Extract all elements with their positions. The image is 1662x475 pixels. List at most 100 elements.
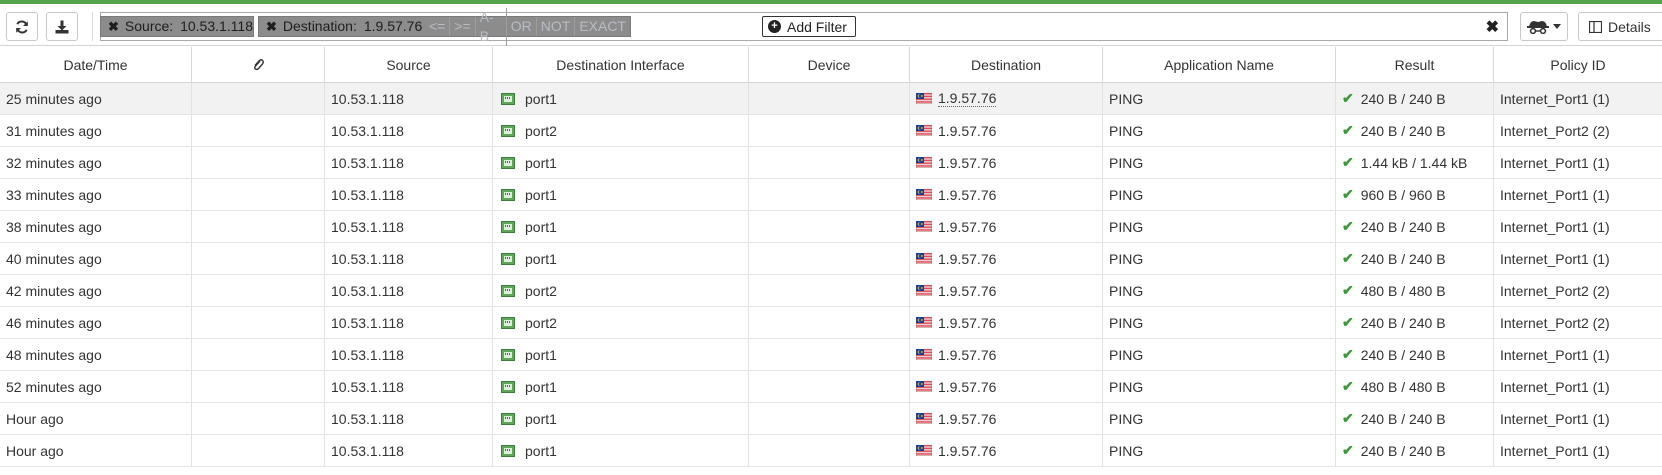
- checkmark-icon: ✔: [1342, 410, 1354, 426]
- operator-not[interactable]: NOT: [537, 17, 576, 36]
- cell-source: 10.53.1.118: [325, 211, 493, 242]
- filter-bar[interactable]: ✖ Source: 10.53.1.118 ✖ Destination: 1.9…: [100, 7, 1508, 46]
- column-header-destination-interface[interactable]: Destination Interface: [493, 47, 749, 83]
- cell-application-name: PING: [1103, 275, 1336, 306]
- cell-result-text: 960 B / 960 B: [1360, 186, 1446, 203]
- cell-attachment: [192, 339, 325, 370]
- cell-destination-text[interactable]: 1.9.57.76: [938, 283, 996, 299]
- cell-policy-id-text[interactable]: Internet_Port1 (1): [1500, 443, 1610, 459]
- cell-destination-interface: port1: [493, 339, 749, 370]
- table-row[interactable]: 32 minutes ago 10.53.1.118 port1 1.9.57.76 P…: [0, 147, 1662, 179]
- download-button[interactable]: [46, 12, 78, 41]
- cell-application-name: PING: [1103, 115, 1336, 146]
- cell-policy-id-text[interactable]: Internet_Port1 (1): [1500, 187, 1610, 203]
- cell-policy-id: Internet_Port1 (1): [1494, 435, 1662, 466]
- filter-chip-source[interactable]: ✖ Source: 10.53.1.118: [100, 16, 254, 37]
- plus-circle-icon: +: [768, 20, 781, 33]
- column-header-policy-id[interactable]: Policy ID: [1494, 47, 1662, 83]
- cell-destination: 1.9.57.76: [910, 115, 1103, 146]
- cell-destination-interface: port1: [493, 83, 749, 114]
- column-header-attachment[interactable]: [192, 47, 325, 83]
- cell-destination-interface-text: port2: [525, 314, 557, 331]
- cell-policy-id-text[interactable]: Internet_Port1 (1): [1500, 91, 1610, 107]
- operator-or[interactable]: OR: [507, 17, 537, 36]
- cell-destination-interface: port2: [493, 307, 749, 338]
- cell-destination-interface-text: port1: [525, 378, 557, 395]
- cell-destination-text[interactable]: 1.9.57.76: [938, 123, 996, 139]
- cell-destination-interface: port1: [493, 243, 749, 274]
- refresh-button[interactable]: [6, 12, 38, 41]
- cell-destination-text[interactable]: 1.9.57.76: [938, 411, 996, 427]
- cell-attachment: [192, 179, 325, 210]
- checkmark-icon: ✔: [1342, 282, 1354, 298]
- chip-value: 10.53.1.118: [180, 18, 253, 34]
- filter-chip-destination[interactable]: ✖ Destination: 1.9.57.76: [258, 16, 426, 37]
- column-header-device[interactable]: Device: [749, 47, 910, 83]
- operator-ge[interactable]: >=: [450, 17, 476, 36]
- cell-destination-text[interactable]: 1.9.57.76: [938, 187, 996, 203]
- table-row[interactable]: 31 minutes ago 10.53.1.118 port2 1.9.57.76 P…: [0, 115, 1662, 147]
- cell-policy-id-text[interactable]: Internet_Port2 (2): [1500, 283, 1610, 299]
- cell-device: [749, 275, 910, 306]
- display-mode-dropdown[interactable]: [1520, 12, 1568, 41]
- cell-destination-interface: port1: [493, 435, 749, 466]
- remove-chip-icon[interactable]: ✖: [266, 17, 277, 36]
- cell-policy-id-text[interactable]: Internet_Port2 (2): [1500, 123, 1610, 139]
- column-header-application-name[interactable]: Application Name: [1103, 47, 1336, 83]
- cell-policy-id-text[interactable]: Internet_Port1 (1): [1500, 251, 1610, 267]
- column-header-result[interactable]: Result: [1336, 47, 1494, 83]
- cell-policy-id-text[interactable]: Internet_Port1 (1): [1500, 379, 1610, 395]
- cell-policy-id-text[interactable]: Internet_Port1 (1): [1500, 347, 1610, 363]
- remove-chip-icon[interactable]: ✖: [108, 17, 119, 36]
- table-row[interactable]: 33 minutes ago 10.53.1.118 port1 1.9.57.76 P…: [0, 179, 1662, 211]
- cell-source-text: 10.53.1.118: [331, 282, 404, 299]
- cell-destination-text[interactable]: 1.9.57.76: [938, 379, 996, 395]
- cell-destination-text[interactable]: 1.9.57.76: [938, 315, 996, 331]
- cell-destination-text[interactable]: 1.9.57.76: [938, 90, 997, 107]
- table-row[interactable]: 38 minutes ago 10.53.1.118 port1 1.9.57.76 P…: [0, 211, 1662, 243]
- operator-le[interactable]: <=: [425, 17, 451, 36]
- filter-operators: <= >= A-B OR NOT EXACT: [425, 7, 631, 46]
- cell-policy-id: Internet_Port1 (1): [1494, 179, 1662, 210]
- cell-destination-text[interactable]: 1.9.57.76: [938, 251, 996, 267]
- operator-exact[interactable]: EXACT: [575, 17, 630, 36]
- cell-policy-id-text[interactable]: Internet_Port1 (1): [1500, 155, 1610, 171]
- cell-policy-id-text[interactable]: Internet_Port1 (1): [1500, 411, 1610, 427]
- table-row[interactable]: Hour ago 10.53.1.118 port1 1.9.57.76 PING ✔ 24…: [0, 435, 1662, 467]
- cell-source-text: 10.53.1.118: [331, 186, 404, 203]
- cell-result: ✔ 240 B / 240 B: [1336, 243, 1494, 274]
- cell-destination-text[interactable]: 1.9.57.76: [938, 443, 996, 459]
- column-header-source[interactable]: Source: [325, 47, 493, 83]
- chip-key: Source:: [124, 18, 174, 34]
- cell-datetime-text: 40 minutes ago: [6, 250, 102, 267]
- cell-destination: 1.9.57.76: [910, 339, 1103, 370]
- column-header-datetime[interactable]: Date/Time: [0, 47, 192, 83]
- details-button[interactable]: Details: [1578, 12, 1662, 41]
- cell-datetime-text: 25 minutes ago: [6, 90, 102, 107]
- cell-source: 10.53.1.118: [325, 339, 493, 370]
- column-header-destination[interactable]: Destination: [910, 47, 1103, 83]
- clear-filter-icon[interactable]: ✖: [1486, 17, 1499, 37]
- cell-destination-text[interactable]: 1.9.57.76: [938, 219, 996, 235]
- table-row[interactable]: 42 minutes ago 10.53.1.118 port2 1.9.57.76 P…: [0, 275, 1662, 307]
- table-row[interactable]: 40 minutes ago 10.53.1.118 port1 1.9.57.76 P…: [0, 243, 1662, 275]
- cell-policy-id-text[interactable]: Internet_Port1 (1): [1500, 219, 1610, 235]
- cell-policy-id-text[interactable]: Internet_Port2 (2): [1500, 315, 1610, 331]
- toolbar-divider: [92, 12, 93, 41]
- network-port-icon: [501, 92, 515, 105]
- cell-datetime: 31 minutes ago: [0, 115, 192, 146]
- table-row[interactable]: Hour ago 10.53.1.118 port1 1.9.57.76 PING ✔ 24…: [0, 403, 1662, 435]
- table-row[interactable]: 48 minutes ago 10.53.1.118 port1 1.9.57.76 P…: [0, 339, 1662, 371]
- cell-destination-text[interactable]: 1.9.57.76: [938, 155, 996, 171]
- add-filter-button[interactable]: + Add Filter: [762, 16, 856, 37]
- table-row[interactable]: 52 minutes ago 10.53.1.118 port1 1.9.57.76 P…: [0, 371, 1662, 403]
- table-row[interactable]: 46 minutes ago 10.53.1.118 port2 1.9.57.76 P…: [0, 307, 1662, 339]
- cell-attachment: [192, 147, 325, 178]
- cell-device: [749, 211, 910, 242]
- cell-device: [749, 243, 910, 274]
- checkmark-icon: ✔: [1342, 218, 1354, 234]
- cell-source-text: 10.53.1.118: [331, 378, 404, 395]
- table-row[interactable]: 25 minutes ago 10.53.1.118 port1 1.9.57.76 P…: [0, 83, 1662, 115]
- operator-range[interactable]: A-B: [476, 7, 507, 46]
- cell-destination-text[interactable]: 1.9.57.76: [938, 347, 996, 363]
